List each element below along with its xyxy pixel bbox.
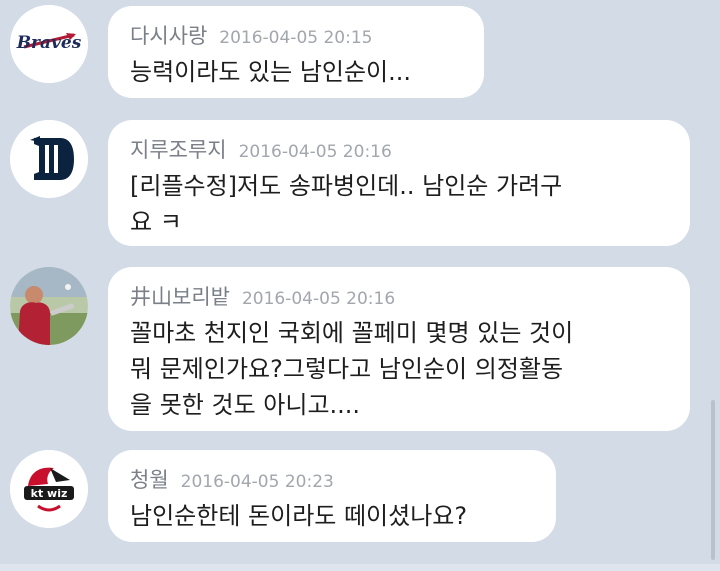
baseball-player-photo[interactable] xyxy=(10,267,88,345)
comment-item: 井山보리밭 2016-04-05 20:16 꼴마초 천지인 국회에 꼴페미 몇명… xyxy=(0,260,720,446)
comment-meta: 청월 2016-04-05 20:23 xyxy=(130,464,334,494)
comment-author[interactable]: 다시사랑 xyxy=(130,24,207,48)
svg-text:Braves: Braves xyxy=(16,33,82,53)
comment-meta: 井山보리밭 2016-04-05 20:16 xyxy=(130,281,395,311)
comment-bubble: 다시사랑 2016-04-05 20:15 능력이라도 있는 남인순이... xyxy=(108,6,484,98)
comment-author[interactable]: 지루조루지 xyxy=(130,138,227,162)
comment-text: 남인순한테 돈이라도 떼이셨나요? xyxy=(130,502,468,530)
comment-author[interactable]: 井山보리밭 xyxy=(130,285,230,309)
kt-wiz-logo-icon[interactable]: kt wiz xyxy=(10,450,88,528)
scrollbar[interactable] xyxy=(711,400,715,560)
comment-text: 꼴마초 천지인 국회에 꼴페미 몇명 있는 것이 뭐 문제인가요?그렇다고 남인… xyxy=(130,319,574,419)
comment-bubble: 청월 2016-04-05 20:23 남인순한테 돈이라도 떼이셨나요? xyxy=(108,450,556,542)
bottom-divider xyxy=(0,564,720,571)
comment-text: [리플수정]저도 송파병인데.. 남인순 가려구 요 ㅋ xyxy=(130,172,563,236)
comment-text: 능력이라도 있는 남인순이... xyxy=(130,58,412,86)
braves-logo-icon[interactable]: Braves xyxy=(10,5,88,83)
tigers-logo-icon[interactable] xyxy=(10,120,88,198)
comment-item: kt wiz 청월 2016-04-05 20:23 남인순한테 돈이라도 떼이셨… xyxy=(0,446,720,556)
comment-bubble: 지루조루지 2016-04-05 20:16 [리플수정]저도 송파병인데.. 남… xyxy=(108,120,690,246)
comment-author[interactable]: 청월 xyxy=(130,468,169,492)
kt-wiz-logo-text: kt wiz xyxy=(31,487,68,500)
comment-timestamp: 2016-04-05 20:16 xyxy=(241,289,396,309)
comment-bubble: 井山보리밭 2016-04-05 20:16 꼴마초 천지인 국회에 꼴페미 몇명… xyxy=(108,267,690,431)
comment-timestamp: 2016-04-05 20:15 xyxy=(219,28,373,48)
comment-meta: 지루조루지 2016-04-05 20:16 xyxy=(130,134,392,164)
comment-timestamp: 2016-04-05 20:16 xyxy=(238,142,392,162)
comment-timestamp: 2016-04-05 20:23 xyxy=(180,472,334,492)
comment-item: Braves 다시사랑 2016-04-05 20:15 능력이라도 있는 남인순… xyxy=(0,0,720,110)
comment-meta: 다시사랑 2016-04-05 20:15 xyxy=(130,20,372,50)
comment-item: 지루조루지 2016-04-05 20:16 [리플수정]저도 송파병인데.. 남… xyxy=(0,110,720,260)
